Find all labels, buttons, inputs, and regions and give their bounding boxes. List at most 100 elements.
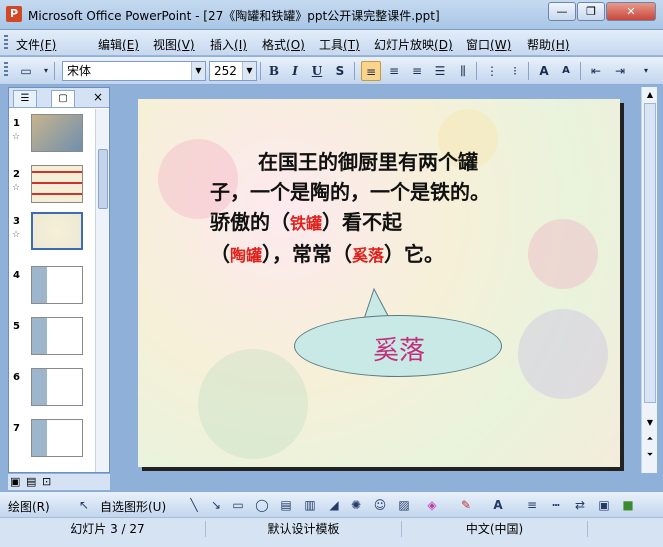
slide-text-fragment: 骄傲的（ [210,210,290,234]
bold-button[interactable]: B [264,61,284,81]
restore-button[interactable]: ❐ [577,2,605,21]
scrollbar-thumb[interactable] [98,149,108,209]
slide-text-fragment: ），常常（ [262,242,353,266]
font-size-select[interactable]: 252 ▼ [209,61,257,81]
workspace-scrollbar[interactable]: ▲ ▼ ⏶ ⏷ [641,87,657,473]
toolbar-grip[interactable] [4,35,8,51]
shadow-style-icon[interactable]: ▣ [596,497,612,513]
close-icon[interactable]: × [93,90,103,104]
next-slide-icon[interactable]: ⏷ [644,449,656,461]
scroll-up-icon[interactable]: ▲ [644,89,656,101]
language-indicator: 中文(中国) [402,521,588,537]
font-name-select[interactable]: 宋体 ▼ [62,61,206,81]
minimize-button[interactable]: — [548,2,576,21]
menu-tools[interactable]: 工具(T) [319,36,360,53]
vertical-textbox-icon[interactable]: ▥ [302,497,318,513]
diagram-icon[interactable]: ✺ [348,497,364,513]
align-center-icon[interactable]: ≡ [384,61,404,81]
slide-thumbnail-row[interactable]: 6 [9,368,95,412]
dash-style-icon[interactable]: ┅ [548,497,564,513]
menu-tools-key: (T) [343,38,360,52]
menu-help-label: 帮助 [527,38,552,52]
normal-view-icon[interactable]: ▣ [10,475,20,488]
slide-thumbnail[interactable] [31,114,83,152]
slide-number: 7 [13,423,20,434]
chevron-down-icon[interactable]: ▼ [242,62,256,80]
menu-help[interactable]: 帮助(H) [527,36,569,53]
tab-slides[interactable]: ▢ [51,90,75,107]
slide-thumbnail-row[interactable]: 4 [9,266,95,310]
bullets-icon[interactable]: ⁝ [505,61,525,81]
menu-format[interactable]: 格式(O) [262,36,305,53]
arrow-style-icon[interactable]: ⇄ [572,497,588,513]
speech-bubble[interactable]: 奚落 [294,315,502,377]
slideshow-icon[interactable]: ⊡ [42,475,51,488]
slide-sorter-icon[interactable]: ▤ [26,475,36,488]
scroll-down-icon[interactable]: ▼ [644,417,656,429]
slide-line: 子，一个是陶的，一个是铁的。 [210,180,490,204]
close-button[interactable]: ✕ [606,2,656,21]
slide-thumbnail[interactable] [31,368,83,406]
decrease-font-icon[interactable]: A [556,61,576,81]
slide-thumbnail-selected[interactable] [31,212,83,250]
increase-font-icon[interactable]: A [534,61,554,81]
slide-line: 骄傲的（铁罐）看不起 [210,207,540,239]
arrow-icon[interactable]: ↘ [208,497,224,513]
new-document-icon[interactable]: ▭ [16,61,36,81]
oval-icon[interactable]: ◯ [254,497,270,513]
menu-insert[interactable]: 插入(I) [210,36,247,53]
menu-window[interactable]: 窗口(W) [466,36,511,53]
toolbar-grip[interactable] [4,62,8,78]
slide-thumbnail[interactable] [31,317,83,355]
textbox-icon[interactable]: ▤ [278,497,294,513]
draw-menu[interactable]: 绘图(R) [8,498,50,515]
slide-thumbnail-row[interactable]: 5 [9,317,95,361]
tab-outline[interactable]: ☰ [13,90,37,107]
toolbar-options-icon[interactable]: ▾ [36,61,56,81]
font-name-value: 宋体 [67,64,92,78]
menu-file[interactable]: 文件(F) [16,36,56,53]
line-style-icon[interactable]: ≡ [524,497,540,513]
menu-edit[interactable]: 编辑(E) [98,36,139,53]
slide-thumbnail[interactable] [31,266,83,304]
previous-slide-icon[interactable]: ⏶ [644,433,656,445]
text-direction-icon[interactable]: ⫼ [453,61,473,81]
slide-number: 5 [13,321,20,332]
rectangle-icon[interactable]: ▭ [230,497,246,513]
slide-thumbnail-row[interactable]: 2 ☆ [9,165,95,209]
slide-body-text[interactable]: 在国王的御厨里有两个罐 子，一个是陶的，一个是铁的。 骄傲的（铁罐）看不起 （陶… [210,147,540,271]
select-pointer-icon[interactable]: ↖ [76,497,92,513]
underline-button[interactable]: U [307,61,327,81]
line-color-icon[interactable]: ✎ [458,497,474,513]
decrease-indent-icon[interactable]: ⇤ [586,61,606,81]
italic-button[interactable]: I [285,61,305,81]
line-icon[interactable]: ╲ [186,497,202,513]
distribute-icon[interactable]: ☰ [430,61,450,81]
toolbar-options-icon[interactable]: ▾ [636,61,656,81]
fill-color-icon[interactable]: ◈ [424,497,440,513]
shadow-button[interactable]: S [330,61,350,81]
slide-thumbnail[interactable] [31,419,83,457]
scrollbar-thumb[interactable] [644,103,656,403]
slide-thumbnail[interactable] [31,165,83,203]
increase-indent-icon[interactable]: ⇥ [610,61,630,81]
clipart-icon[interactable]: ☺ [372,497,388,513]
slide-thumbnail-row[interactable]: 7 [9,419,95,463]
menu-view[interactable]: 视图(V) [153,36,195,53]
menu-format-label: 格式 [262,38,287,52]
pane-scrollbar[interactable] [95,109,109,472]
align-left-icon[interactable]: ≡ [361,61,381,81]
slide-thumbnail-row[interactable]: 3 ☆ [9,212,95,256]
font-color-icon[interactable]: A [490,497,506,513]
menu-slideshow[interactable]: 幻灯片放映(D) [374,36,453,53]
autoshapes-menu[interactable]: 自选图形(U) [100,498,166,515]
picture-icon[interactable]: ▨ [396,497,412,513]
wordart-icon[interactable]: ◢ [326,497,342,513]
current-slide[interactable]: 在国王的御厨里有两个罐 子，一个是陶的，一个是铁的。 骄傲的（铁罐）看不起 （陶… [138,99,620,467]
slide-counter: 幻灯片 3 / 27 [10,521,206,537]
numbering-icon[interactable]: ⋮ [482,61,502,81]
chevron-down-icon[interactable]: ▼ [191,62,205,80]
align-right-icon[interactable]: ≡ [407,61,427,81]
slide-thumbnail-row[interactable]: 1 ☆ [9,114,95,158]
3d-style-icon[interactable]: ■ [620,497,636,513]
